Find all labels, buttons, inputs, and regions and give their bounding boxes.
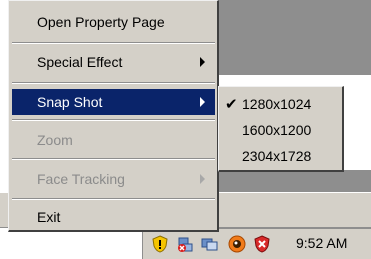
webcam-icon[interactable] (228, 235, 246, 253)
menu-separator (12, 82, 215, 84)
menu-item-label: Open Property Page (37, 14, 165, 30)
menu-separator (12, 42, 215, 44)
submenu-item-1600x1200[interactable]: 1600x1200 (222, 117, 340, 143)
context-menu: Open Property Page Special Effect Snap S… (8, 0, 219, 232)
submenu-item-label: 1280x1024 (242, 96, 312, 112)
menu-item-exit[interactable]: Exit (12, 204, 215, 230)
menu-item-label: Exit (37, 209, 61, 225)
menu-item-special-effect[interactable]: Special Effect (12, 49, 215, 75)
menu-item-face-tracking[interactable]: Face Tracking (12, 166, 215, 192)
submenu-arrow-icon (200, 57, 205, 67)
menu-item-label: Special Effect (37, 54, 123, 70)
menu-item-label: Zoom (37, 132, 73, 148)
menu-separator (12, 198, 215, 200)
submenu-arrow-icon (200, 174, 205, 184)
submenu-item-label: 1600x1200 (242, 122, 312, 138)
menu-item-open-property-page[interactable]: Open Property Page (12, 9, 215, 35)
background-window-area (218, 0, 371, 75)
system-tray: 9:52 AM (142, 228, 371, 259)
antivirus-icon[interactable] (253, 235, 271, 253)
menu-item-label: Snap Shot (37, 94, 103, 110)
menu-item-label: Face Tracking (37, 171, 125, 187)
menu-item-zoom[interactable]: Zoom (12, 127, 215, 153)
menu-item-snap-shot[interactable]: Snap Shot (12, 89, 215, 115)
menu-separator (12, 158, 215, 160)
submenu-arrow-icon (200, 97, 205, 107)
menu-separator (12, 119, 215, 121)
submenu-item-label: 2304x1728 (242, 148, 312, 164)
submenu-item-1280x1024[interactable]: ✔ 1280x1024 (222, 91, 340, 117)
snap-shot-submenu: ✔ 1280x1024 1600x1200 2304x1728 (218, 86, 344, 172)
shield-warning-icon[interactable] (151, 235, 169, 253)
network-error-icon[interactable] (177, 235, 195, 253)
checkmark-icon: ✔ (225, 96, 238, 113)
network-connection-icon[interactable] (201, 235, 219, 253)
submenu-item-2304x1728[interactable]: 2304x1728 (222, 143, 340, 169)
clock[interactable]: 9:52 AM (296, 235, 347, 251)
